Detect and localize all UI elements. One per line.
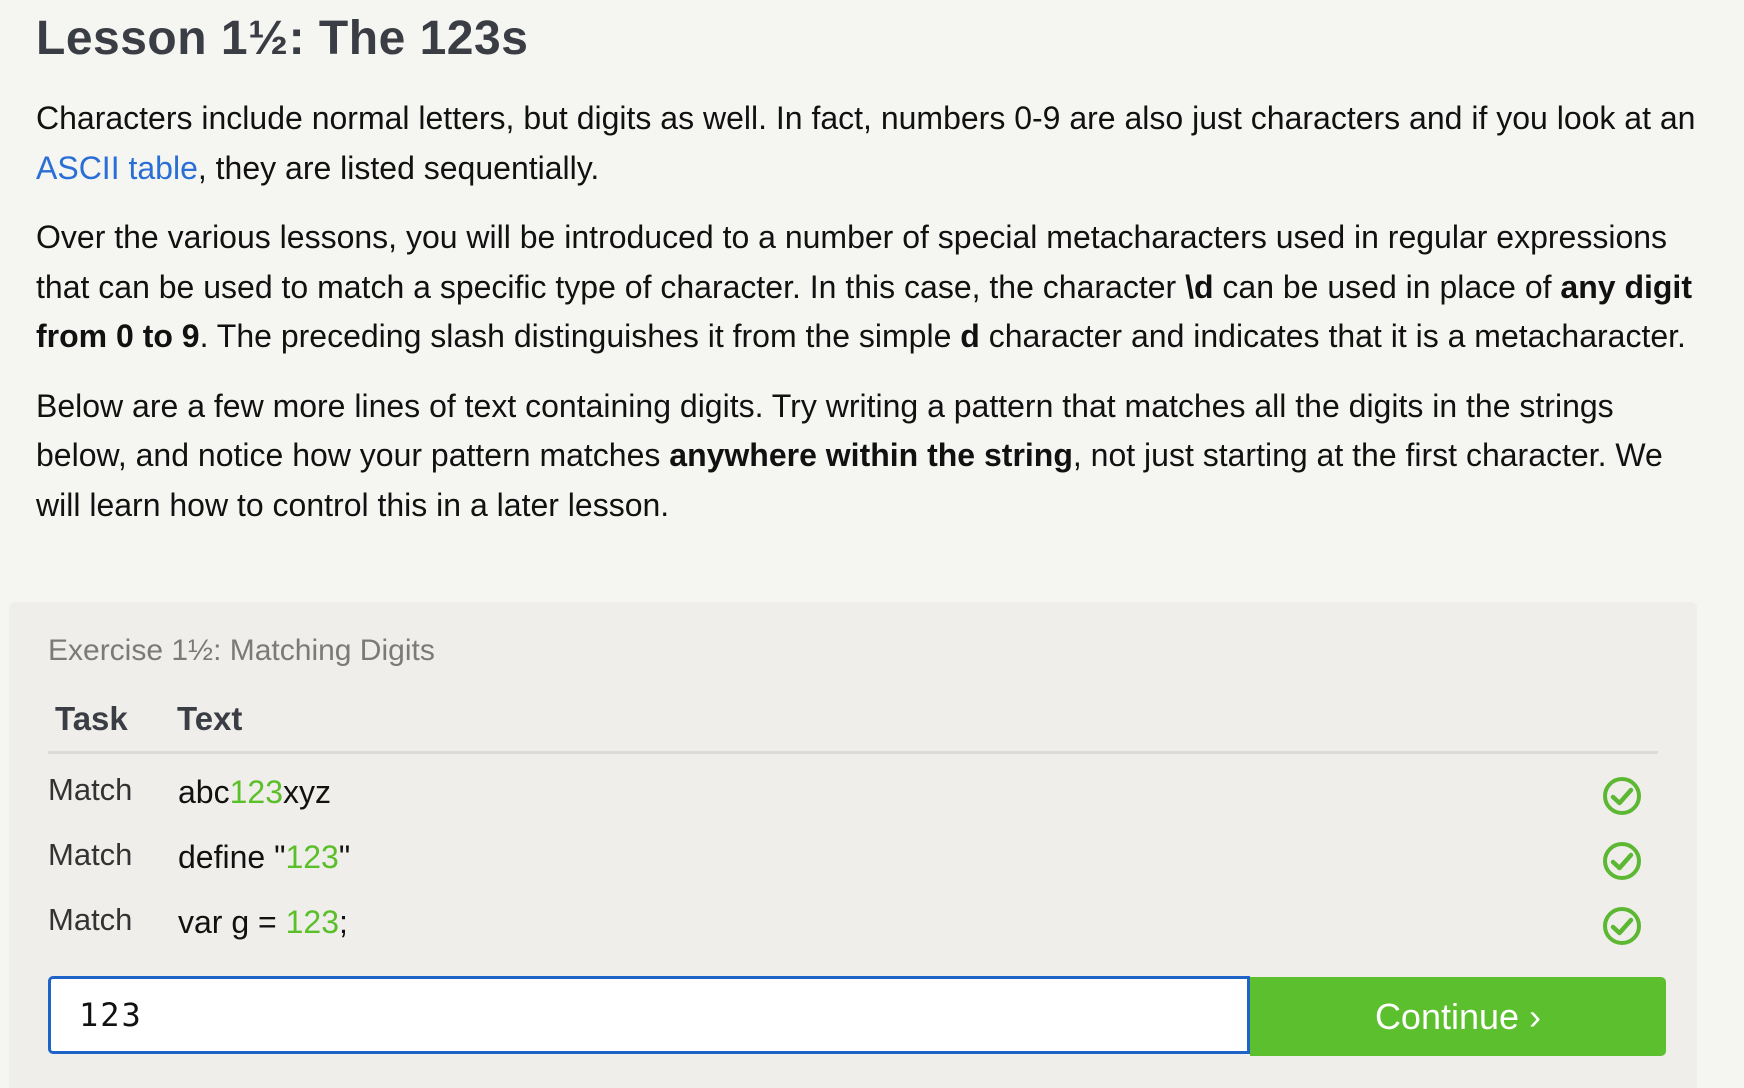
lesson-title: Lesson 1½: The 123s	[36, 12, 529, 65]
task-text: define "123"	[178, 839, 350, 876]
matched-digits: 123	[285, 839, 339, 875]
task-text: abc123xyz	[178, 774, 331, 811]
p1-text-after-link: , they are listed sequentially.	[197, 149, 600, 186]
text-prefix: define "	[178, 839, 286, 875]
ascii-table-link[interactable]: ASCII table	[36, 150, 198, 186]
matched-digits: 123	[229, 774, 283, 810]
exercise-title: Exercise 1½: Matching Digits	[48, 634, 435, 667]
check-circle-icon	[1603, 907, 1641, 945]
task-row-2: Match define "123"	[9, 837, 1697, 897]
matched-digits: 123	[285, 904, 339, 940]
check-circle-icon	[1603, 777, 1641, 815]
text-column-header: Text	[177, 700, 243, 737]
task-column-header: Task	[55, 700, 128, 737]
p2-text-4: character and indicates that it is a met…	[979, 318, 1686, 354]
p2-bold-metachar: \d	[1185, 268, 1214, 305]
task-label: Match	[48, 902, 133, 937]
exercise-panel: Exercise 1½: Matching Digits Task Text M…	[9, 602, 1697, 1088]
task-row-3: Match var g = 123;	[9, 902, 1697, 962]
task-label: Match	[48, 772, 133, 807]
p3-bold-anywhere: anywhere within the string	[669, 437, 1073, 473]
p1-text-before-link: Characters include normal letters, but d…	[36, 100, 1696, 136]
header-divider	[48, 751, 1658, 754]
text-suffix: ;	[339, 904, 348, 940]
text-prefix: abc	[178, 774, 230, 810]
regex-pattern-input[interactable]	[48, 976, 1250, 1054]
lesson-content: Lesson 1½: The 123s Characters include n…	[36, 0, 1696, 530]
task-text: var g = 123;	[178, 904, 348, 941]
text-suffix: "	[338, 839, 351, 875]
task-row-1: Match abc123xyz	[9, 772, 1697, 832]
text-suffix: xyz	[282, 774, 331, 810]
continue-button[interactable]: Continue ›	[1250, 977, 1666, 1056]
p2-text-2: can be used in place of	[1213, 268, 1561, 305]
lesson-paragraph-2: Over the various lessons, you will be in…	[36, 213, 1696, 362]
check-circle-icon	[1603, 842, 1641, 880]
p2-bold-d: d	[960, 318, 980, 354]
lesson-paragraph-3: Below are a few more lines of text conta…	[36, 382, 1696, 531]
p2-text-3: . The preceding slash distinguishes it f…	[199, 318, 961, 354]
text-prefix: var g =	[178, 904, 286, 940]
task-label: Match	[48, 837, 133, 872]
lesson-paragraph-1: Characters include normal letters, but d…	[36, 94, 1696, 193]
